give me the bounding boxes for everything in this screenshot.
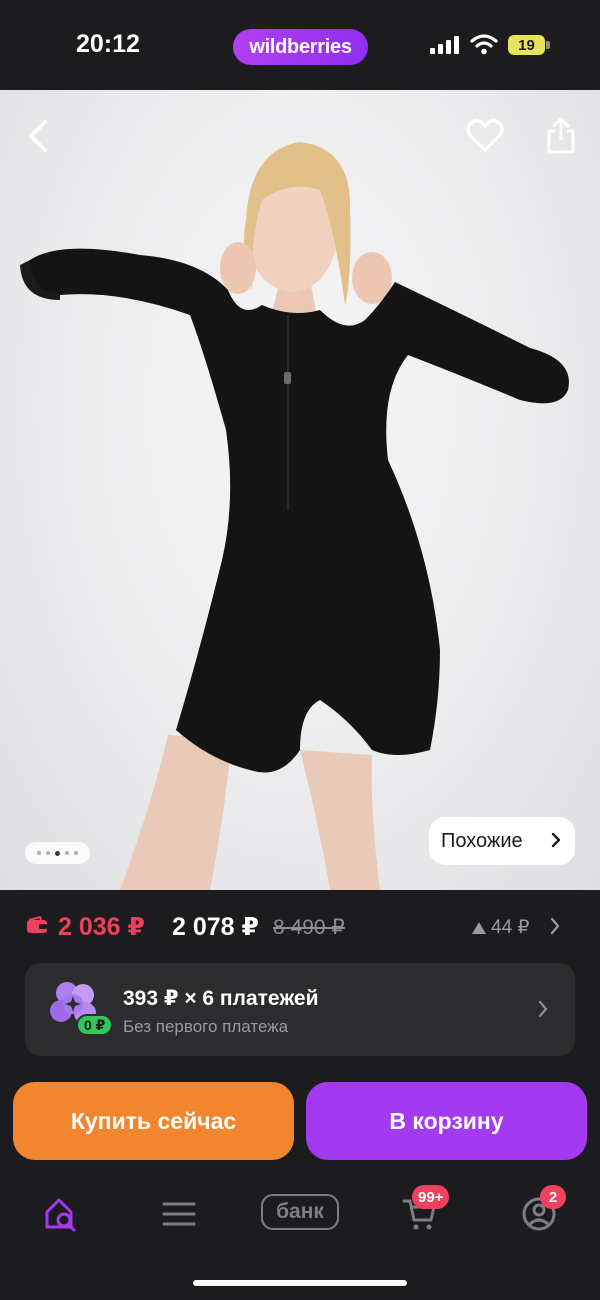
zero-percent-badge: 0 ₽ bbox=[76, 1014, 114, 1036]
brand-logo: wildberries bbox=[233, 29, 368, 65]
action-bar: Купить сейчас В корзину bbox=[0, 1072, 600, 1172]
back-arrow-icon bbox=[29, 120, 47, 152]
product-image[interactable]: Похожие bbox=[0, 90, 600, 890]
nav-home[interactable] bbox=[36, 1192, 86, 1236]
battery-level: 19 bbox=[508, 35, 545, 55]
pagination-dot-active bbox=[55, 850, 60, 856]
triangle-up-icon bbox=[472, 921, 486, 934]
pagination-dot bbox=[46, 851, 50, 855]
pagination-dot bbox=[74, 851, 78, 855]
price-delta-value: 44 ₽ bbox=[491, 917, 530, 938]
nav-bank[interactable]: банк bbox=[261, 1194, 339, 1230]
menu-icon bbox=[162, 1202, 196, 1226]
wallet-price: 2 036 ₽ bbox=[58, 913, 145, 941]
favorite-button[interactable] bbox=[463, 114, 507, 158]
heart-icon bbox=[466, 119, 504, 152]
price-row[interactable]: 2 036 ₽ 2 078 ₽ 8 490 ₽ 44 ₽ bbox=[0, 890, 600, 960]
chevron-right-icon bbox=[551, 832, 561, 848]
current-price: 2 078 ₽ bbox=[172, 913, 259, 941]
image-pagination bbox=[25, 842, 90, 864]
add-to-cart-button[interactable]: В корзину bbox=[306, 1082, 587, 1160]
home-indicator[interactable] bbox=[193, 1280, 407, 1286]
wifi-icon bbox=[470, 34, 498, 55]
similar-button[interactable]: Похожие bbox=[429, 817, 575, 865]
status-time: 20:12 bbox=[76, 30, 140, 58]
nav-catalog[interactable] bbox=[154, 1192, 204, 1236]
pagination-dot bbox=[65, 851, 69, 855]
old-price: 8 490 ₽ bbox=[273, 916, 345, 939]
signal-icon bbox=[430, 36, 459, 54]
status-bar: 20:12 wildberries 19 bbox=[0, 0, 600, 90]
similar-label: Похожие bbox=[441, 829, 523, 852]
installment-title: 393 ₽ × 6 платежей bbox=[123, 987, 319, 1010]
chevron-right-icon bbox=[538, 1000, 548, 1018]
profile-badge: 2 bbox=[540, 1185, 566, 1209]
chevron-right-icon[interactable] bbox=[550, 917, 560, 935]
battery-icon: 19 bbox=[508, 35, 550, 55]
price-history[interactable]: 44 ₽ bbox=[471, 916, 530, 939]
battery-cap bbox=[546, 41, 550, 49]
cart-badge: 99+ bbox=[412, 1185, 450, 1209]
share-button[interactable] bbox=[539, 114, 583, 158]
wallet-icon bbox=[27, 916, 47, 933]
pagination-dot bbox=[37, 851, 41, 855]
installment-card[interactable]: 0 ₽ 393 ₽ × 6 платежей Без первого плате… bbox=[25, 963, 575, 1056]
buy-now-button[interactable]: Купить сейчас bbox=[13, 1082, 294, 1160]
installment-subtitle: Без первого платежа bbox=[123, 1017, 289, 1036]
product-photo-illustration bbox=[20, 142, 569, 890]
share-icon bbox=[547, 117, 575, 154]
back-button[interactable] bbox=[16, 114, 60, 158]
home-search-icon bbox=[45, 1198, 76, 1232]
